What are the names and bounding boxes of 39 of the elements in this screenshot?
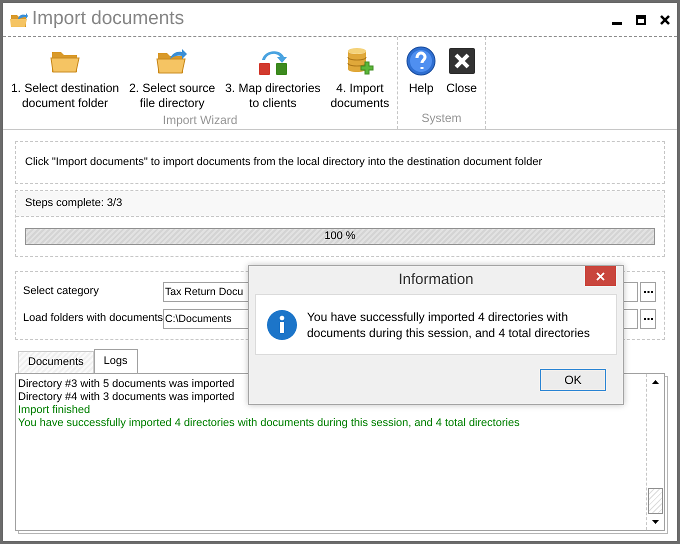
help-icon	[406, 46, 436, 76]
window-title: Import documents	[32, 7, 184, 32]
database-plus-icon	[344, 46, 375, 76]
dialog-message: You have successfully imported 4 directories with documents during this session, and 4 total directories	[307, 308, 591, 340]
browse-button[interactable]	[640, 308, 656, 328]
close-icon[interactable]	[660, 14, 670, 24]
ribbon-button[interactable]: 4. Import documents	[326, 45, 394, 111]
instruction-text: Click "Import documents" to import documents from the local directory into the destination document folder	[25, 155, 542, 170]
dialog-close-button[interactable]	[585, 266, 616, 286]
scroll-thumb[interactable]	[648, 488, 663, 514]
folder-arrow-icon	[156, 47, 188, 75]
maximize-icon[interactable]	[636, 14, 646, 24]
ribbon-button[interactable]: Close	[442, 45, 481, 96]
log-line: Directory #4 with 3 documents was imported	[18, 390, 234, 404]
dialog-title: Information	[398, 270, 474, 290]
info-icon	[267, 310, 297, 340]
scroll-up-icon[interactable]	[652, 380, 659, 384]
field-label: Load folders with documents	[23, 311, 163, 326]
log-line: Directory #3 with 5 documents was imported	[18, 378, 234, 390]
ribbon-button[interactable]: 1. Select destination document folder	[7, 45, 124, 111]
group-label: Import Wizard	[162, 112, 238, 129]
log-line: You have successfully imported 4 directories with documents during this session, and 4 total directories	[18, 416, 520, 430]
progress-reading: 100 %	[323, 228, 357, 244]
scroll-down-icon[interactable]	[652, 520, 659, 524]
steps-label: Steps complete: 3/3	[16, 191, 664, 216]
field-label: Select category	[23, 284, 100, 300]
ok-button[interactable]: OK	[540, 368, 606, 390]
app-icon	[10, 12, 28, 28]
close-icon	[448, 48, 475, 74]
browse-button[interactable]	[640, 282, 656, 302]
ribbon-button[interactable]: 2. Select source file directory	[125, 45, 220, 111]
log-line: Import finished	[18, 404, 90, 416]
tab[interactable]: Documents	[18, 350, 94, 372]
ribbon-button[interactable]: Help	[402, 45, 440, 96]
scrollbar[interactable]	[646, 374, 664, 530]
group-label: System	[420, 110, 463, 127]
ribbon-button[interactable]: 3. Map directories to clients	[221, 45, 324, 111]
tab[interactable]: Logs	[94, 348, 138, 374]
close-icon	[596, 272, 605, 280]
